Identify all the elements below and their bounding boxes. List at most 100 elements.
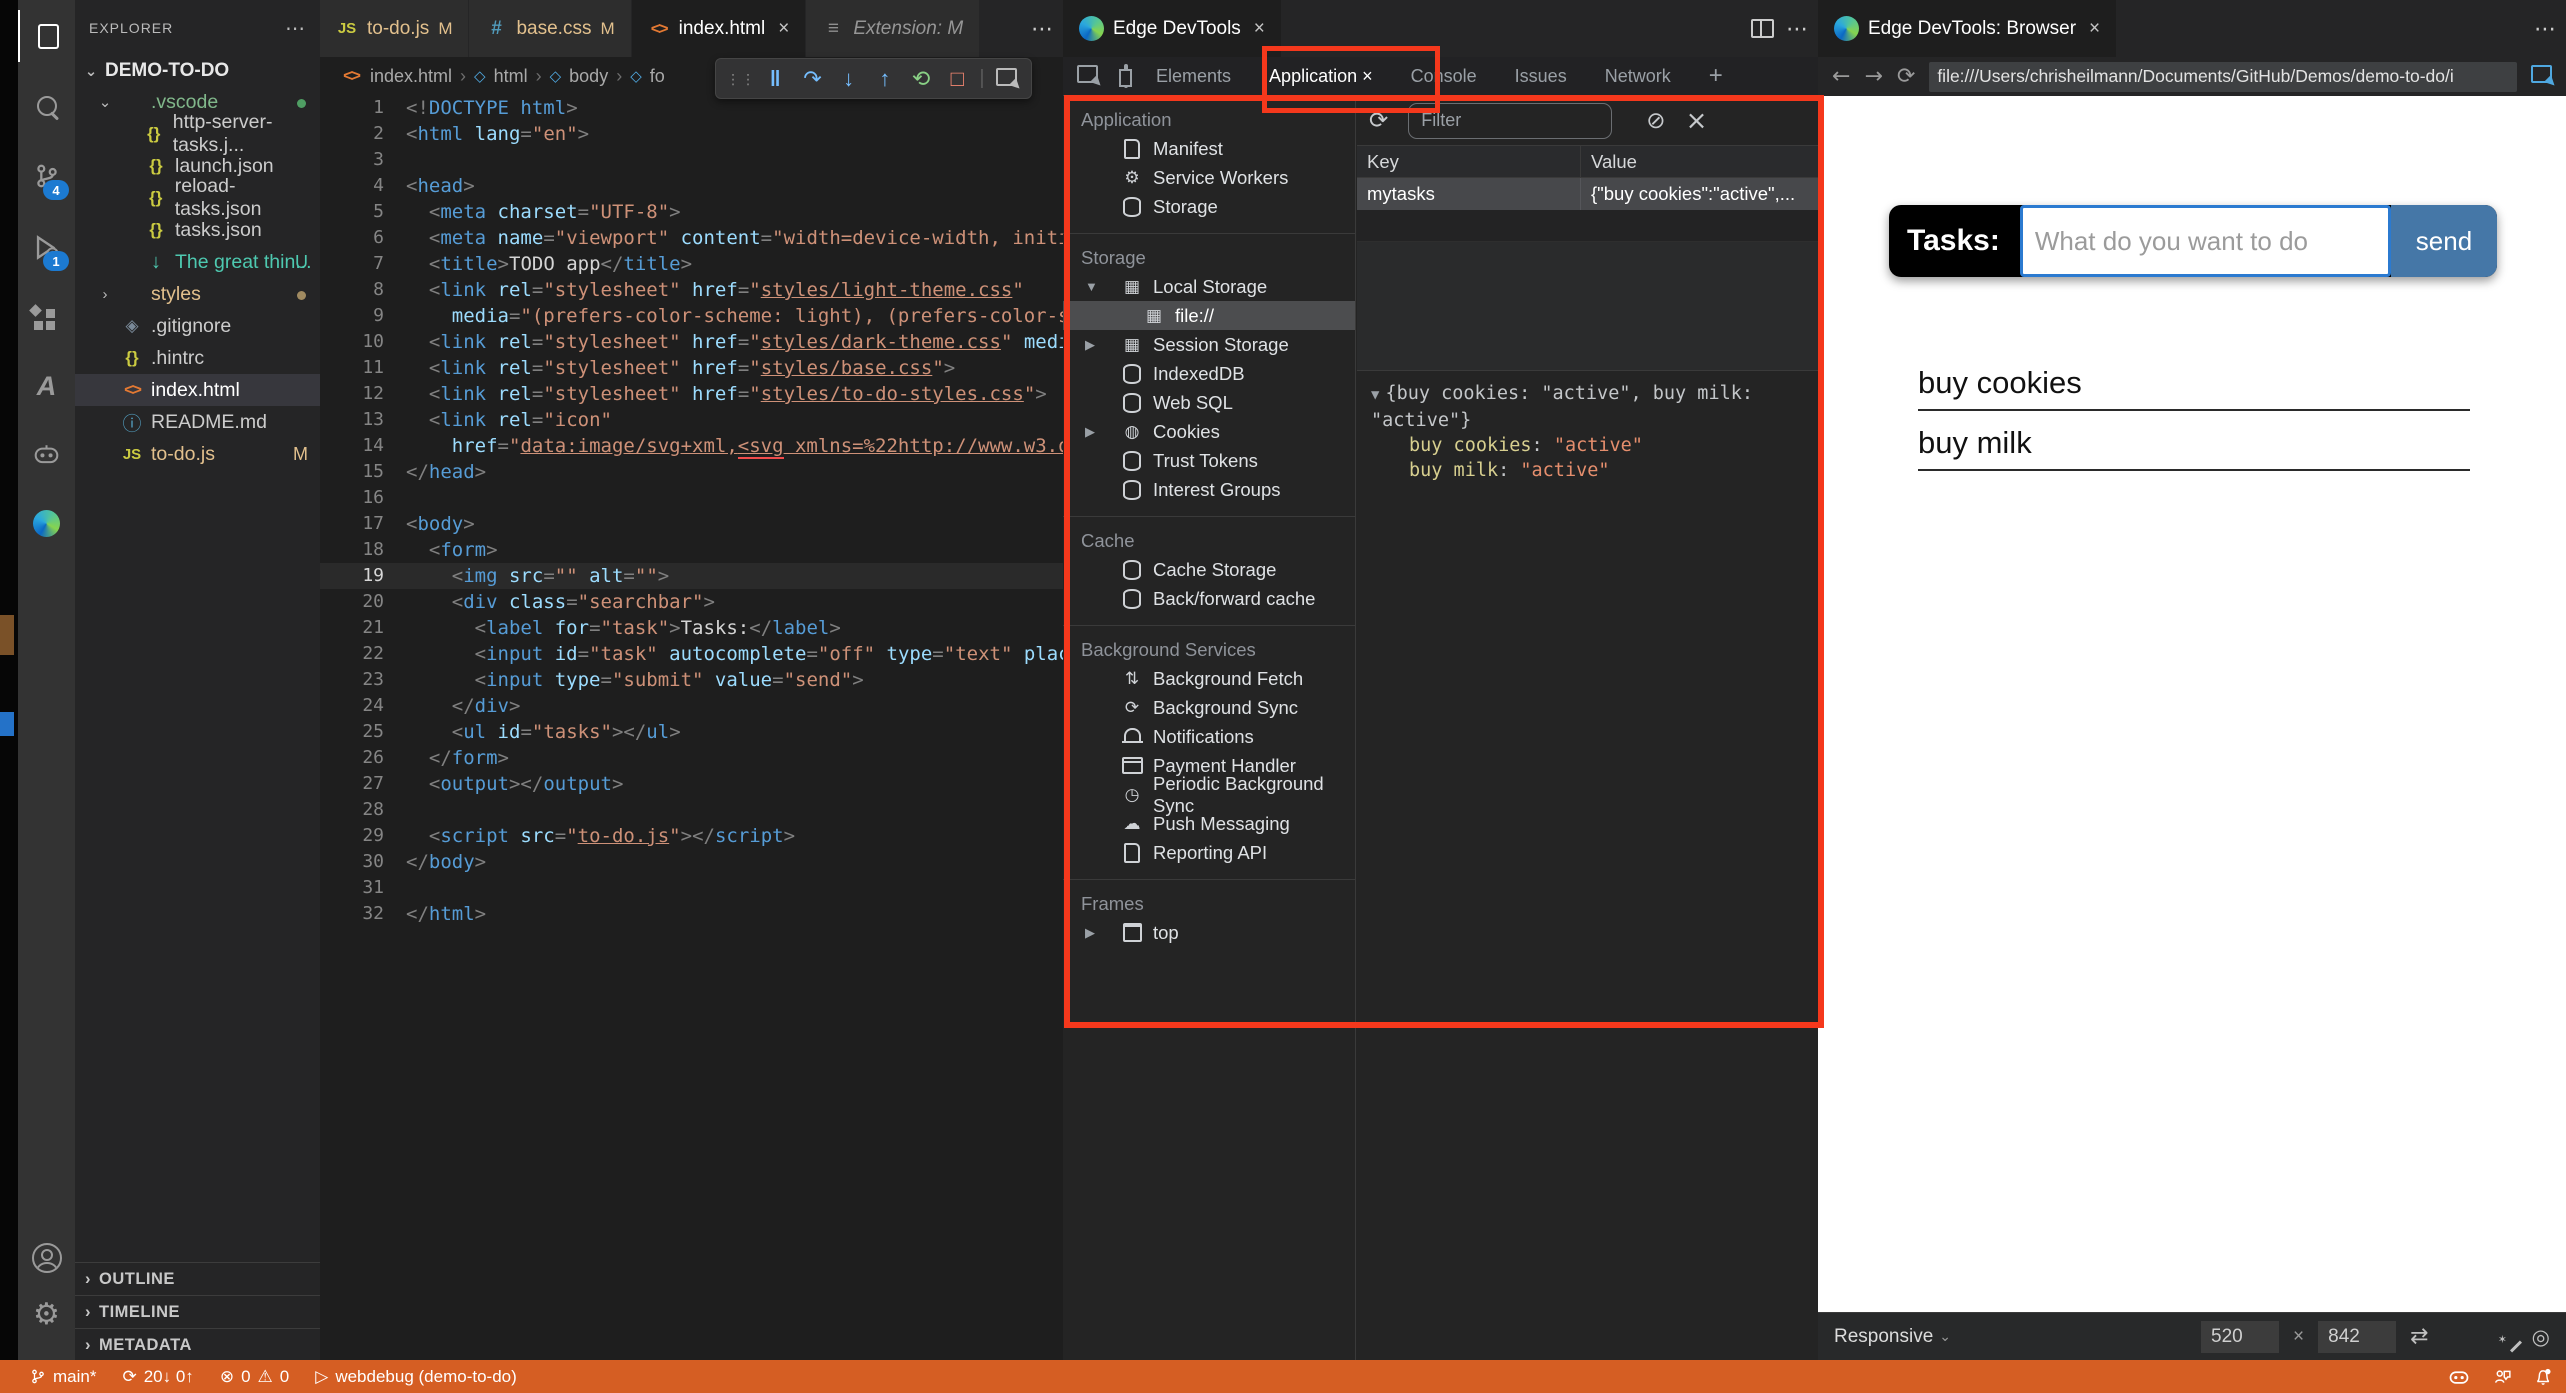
code-line-5[interactable]: 5 < meta charset = "UTF-8" >	[320, 199, 1063, 225]
devtools-tab-+[interactable]: +	[1707, 60, 1725, 92]
explorer-more-icon[interactable]: ⋯	[285, 16, 306, 41]
tree-item-back-forward-cache[interactable]: Back/forward cache	[1063, 584, 1355, 613]
editor-tab-extension-m[interactable]: ≡ Extension: M	[806, 0, 981, 57]
file-item-reload-tasks-json[interactable]: {} reload-tasks.json	[75, 175, 320, 220]
tab-edge-browser[interactable]: Edge DevTools: Browser ×	[1818, 0, 2118, 57]
code-line-27[interactable]: 27 < output ></output >	[320, 771, 1063, 797]
tree-item-interest-groups[interactable]: Interest Groups	[1063, 475, 1355, 504]
caret-down-icon[interactable]: ▼	[1371, 387, 1379, 403]
code-line-31[interactable]: 31	[320, 875, 1063, 901]
sidebar-section-outline[interactable]: › OUTLINE	[75, 1262, 320, 1295]
code-line-17[interactable]: 17 < body >	[320, 511, 1063, 537]
width-input[interactable]: 520	[2201, 1320, 2280, 1353]
code-line-28[interactable]: 28	[320, 797, 1063, 823]
code-line-26[interactable]: 26 </form >	[320, 745, 1063, 771]
stop-icon[interactable]: □	[943, 66, 971, 92]
expander-closed-icon[interactable]: ▶	[1085, 337, 1099, 353]
code-line-21[interactable]: 21 < label for = "task" > Tasks: </label >	[320, 615, 1063, 641]
url-bar[interactable]: file:///Users/chrisheilmann/Documents/Gi…	[1929, 61, 2518, 92]
code-line-6[interactable]: 6 < meta name = "viewport" content = "width=d…	[320, 225, 1063, 251]
code-line-20[interactable]: 20 < div class = "searchbar" >	[320, 589, 1063, 615]
task-input[interactable]	[2019, 205, 2391, 277]
breadcrumb-item[interactable]: html	[494, 66, 528, 87]
copilot-robot-icon[interactable]	[18, 428, 75, 480]
step-over-icon[interactable]: ↷	[798, 66, 826, 92]
sync-item[interactable]: ⟳ 20↓ 0↑	[122, 1367, 193, 1387]
editor-tab-to-do-js[interactable]: JS to-do.js M	[320, 0, 470, 57]
devtools-tab-elements[interactable]: Elements	[1154, 64, 1233, 89]
tree-item-cache-storage[interactable]: Cache Storage	[1063, 555, 1355, 584]
inspect-page-icon[interactable]	[2531, 65, 2553, 88]
code-line-3[interactable]: 3	[320, 147, 1063, 173]
tree-item-storage[interactable]: Storage	[1063, 192, 1355, 221]
explorer-icon[interactable]	[18, 10, 77, 62]
code-line-19[interactable]: 19 < img src = "" alt = "" >	[320, 563, 1063, 589]
edge-tools-icon[interactable]	[18, 497, 75, 549]
file-item-styles[interactable]: › styles	[75, 278, 320, 310]
code-line-22[interactable]: 22 < input id = "task" autocomplete = "off" t…	[320, 641, 1063, 667]
code-line-16[interactable]: 16	[320, 485, 1063, 511]
close-icon[interactable]: ×	[778, 18, 789, 40]
tab-edge-devtools[interactable]: Edge DevTools ×	[1063, 0, 1282, 57]
code-line-7[interactable]: 7 < title > TODO app </title >	[320, 251, 1063, 277]
drag-handle-icon[interactable]: ⋮⋮	[726, 72, 755, 86]
code-line-10[interactable]: 10 < link rel = "stylesheet" href = " styles/d…	[320, 329, 1063, 355]
code-line-18[interactable]: 18 < form >	[320, 537, 1063, 563]
breadcrumb-item[interactable]: body	[569, 66, 608, 87]
code-line-2[interactable]: 2 < html lang = "en" >	[320, 121, 1063, 147]
code-line-8[interactable]: 8 < link rel = "stylesheet" href = " styles/li…	[320, 277, 1063, 303]
code-line-11[interactable]: 11 < link rel = "stylesheet" href = " styles/b…	[320, 355, 1063, 381]
file-item--gitignore[interactable]: ◈ .gitignore	[75, 310, 320, 342]
feedback-icon[interactable]	[2492, 1368, 2512, 1386]
code-line-9[interactable]: 9 media = "(prefers-color-scheme: light), …	[320, 303, 1063, 329]
breadcrumb-item[interactable]: fo	[650, 66, 665, 87]
forward-icon[interactable]: →	[1864, 64, 1882, 89]
swap-dimensions-icon[interactable]: ⇄	[2410, 1324, 2428, 1349]
browser-more-icon[interactable]: ⋯	[2534, 0, 2556, 57]
devtools-tab-network[interactable]: Network	[1603, 64, 1673, 89]
code-line-13[interactable]: 13 < link rel = "icon"	[320, 407, 1063, 433]
devtools-tab-issues[interactable]: Issues	[1513, 64, 1569, 89]
device-emulation-icon[interactable]	[1124, 63, 1128, 88]
file-item-index-html[interactable]: <> index.html	[75, 374, 320, 406]
code-line-30[interactable]: 30 </body >	[320, 849, 1063, 875]
inspect-icon[interactable]	[1077, 64, 1098, 88]
storage-row-mytasks[interactable]: mytasks {"buy cookies":"active",...	[1357, 178, 1818, 210]
git-branch-item[interactable]: main*	[30, 1367, 96, 1387]
code-line-15[interactable]: 15 </head >	[320, 459, 1063, 485]
settings-gear-icon[interactable]: ⚙	[18, 1288, 75, 1340]
code-line-23[interactable]: 23 < input type = "submit" value = "send" >	[320, 667, 1063, 693]
refresh-icon[interactable]: ⟳	[1369, 108, 1388, 134]
breadcrumb-item[interactable]: index.html	[370, 66, 452, 87]
tree-item-cookies[interactable]: ▶ ◍ Cookies	[1063, 417, 1355, 446]
debug-session-item[interactable]: ▷ webdebug (demo-to-do)	[315, 1367, 517, 1387]
sidebar-section-metadata[interactable]: › METADATA	[75, 1328, 320, 1361]
restart-icon[interactable]: ⟲	[907, 66, 935, 92]
tabbar-more-icon[interactable]: ⋯	[1031, 0, 1053, 57]
pause-icon[interactable]: ‖	[762, 66, 790, 92]
copilot-icon[interactable]	[2448, 1368, 2470, 1385]
expander-closed-icon[interactable]: ▶	[1085, 925, 1099, 941]
source-control-icon[interactable]: 4	[18, 150, 75, 202]
tree-item-reporting-api[interactable]: Reporting API	[1063, 838, 1355, 867]
responsive-dropdown[interactable]: Responsive ⌄	[1834, 1326, 1951, 1348]
file-item-tasks-json[interactable]: {} tasks.json	[75, 214, 320, 246]
code-line-25[interactable]: 25 < ul id = "tasks" ></ul >	[320, 719, 1063, 745]
expander-closed-icon[interactable]: ▶	[1085, 424, 1099, 440]
sidebar-section-timeline[interactable]: › TIMELINE	[75, 1295, 320, 1328]
step-out-icon[interactable]: ↑	[871, 66, 899, 92]
code-line-24[interactable]: 24 </div >	[320, 693, 1063, 719]
file-item--hintrc[interactable]: {} .hintrc	[75, 342, 320, 374]
file-item-the-great-thin-[interactable]: ↓ The great thin... U	[75, 246, 320, 278]
code-line-32[interactable]: 32 </html >	[320, 901, 1063, 927]
tree-item-session-storage[interactable]: ▶ ▦ Session Storage	[1063, 330, 1355, 359]
azure-icon[interactable]: A	[18, 360, 75, 412]
height-input[interactable]: 842	[2318, 1320, 2397, 1353]
tree-item-service-workers[interactable]: ⚙ Service Workers	[1063, 163, 1355, 192]
editor-tab-base-css[interactable]: # base.css M	[469, 0, 632, 57]
file-item-http-server-tasks-j-[interactable]: {} http-server-tasks.j...	[75, 111, 320, 156]
code-line-29[interactable]: 29 < script src = " to-do.js " ></script >	[320, 823, 1063, 849]
code-line-4[interactable]: 4 < head >	[320, 173, 1063, 199]
tree-item-background-fetch[interactable]: ⇅ Background Fetch	[1063, 664, 1355, 693]
task-list-item[interactable]: buy cookies	[1918, 351, 2470, 411]
